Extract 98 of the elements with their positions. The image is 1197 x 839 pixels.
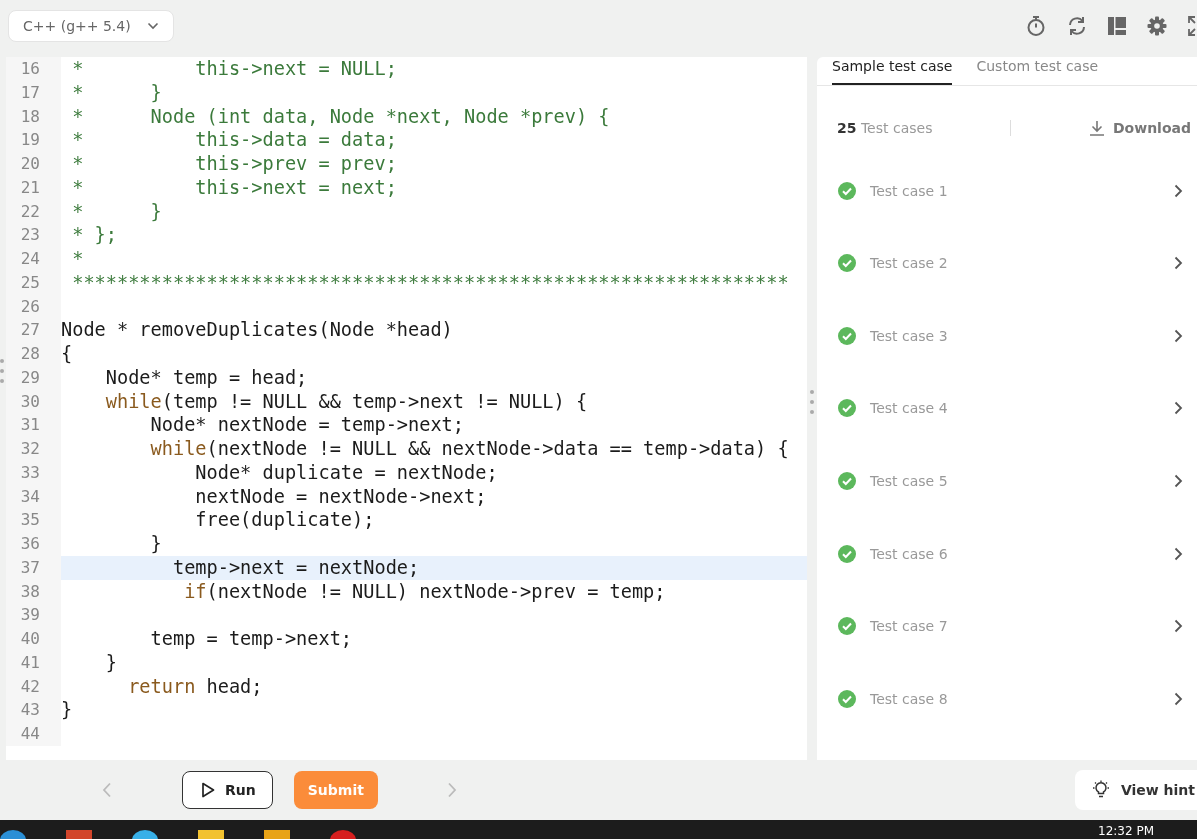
code-line: return head; — [127, 674, 264, 699]
chevron-right-icon — [1174, 619, 1183, 634]
code-line: * this->next = next; — [71, 175, 398, 200]
refresh-icon[interactable] — [1067, 15, 1087, 36]
test-case-row[interactable]: Test case 7 — [817, 589, 1197, 663]
drag-handle[interactable] — [810, 390, 814, 414]
lightbulb-icon — [1090, 780, 1111, 800]
test-case-label: Test case 4 — [870, 400, 949, 417]
test-case-row[interactable]: Test case 5 — [817, 444, 1197, 518]
settings-icon[interactable] — [1147, 15, 1167, 36]
line-number: 35 — [6, 508, 61, 532]
test-case-row[interactable]: Test case 8 — [817, 662, 1197, 735]
line-number: 28 — [6, 342, 61, 366]
tab[interactable]: Custom test case — [976, 58, 1099, 86]
line-number: 40 — [6, 627, 61, 651]
test-case-label: Test case 8 — [870, 690, 949, 707]
code-line: while(nextNode != NULL && nextNode->data == temp->data) { — [149, 437, 790, 461]
code-line: free(duplicate); — [194, 508, 376, 532]
run-button[interactable]: Run — [182, 771, 273, 809]
line-number: 26 — [6, 294, 61, 319]
chevron-right-icon — [1174, 401, 1183, 416]
line-number: 36 — [6, 532, 61, 556]
line-number: 29 — [6, 365, 61, 390]
tab[interactable]: Sample test case — [832, 58, 953, 86]
language-dropdown[interactable]: C++ (g++ 5.4) — [8, 9, 174, 42]
test-case-label: Test case 1 — [870, 182, 949, 199]
download-icon — [1088, 120, 1105, 137]
line-number: 33 — [6, 460, 61, 485]
test-case-row[interactable]: Test case 1 — [817, 154, 1197, 227]
line-number: 32 — [6, 437, 61, 461]
line-number: 44 — [6, 722, 61, 746]
line-number: 39 — [6, 603, 61, 627]
test-case-label: Test case 5 — [870, 472, 949, 489]
line-number: 24 — [6, 247, 61, 271]
code-line: * this->prev = prev; — [71, 152, 398, 176]
fullscreen-icon[interactable] — [1188, 15, 1197, 36]
line-number: 43 — [6, 698, 61, 722]
drag-handle[interactable] — [0, 359, 4, 383]
line-number: 42 — [6, 674, 61, 699]
test-case-label: Test case 6 — [870, 545, 949, 562]
line-number: 16 — [6, 57, 61, 81]
chevron-right-icon — [1174, 256, 1183, 271]
line-number: 23 — [6, 223, 61, 247]
code-line: } — [104, 650, 118, 675]
line-number: 22 — [6, 199, 61, 224]
line-number: 18 — [6, 104, 61, 129]
chevron-right-icon — [1174, 546, 1183, 561]
code-line: } — [149, 532, 163, 556]
play-icon — [201, 782, 215, 798]
line-number: 25 — [6, 270, 61, 295]
line-number: 38 — [6, 579, 61, 604]
code-line: } — [61, 698, 74, 722]
code-line: * } — [71, 80, 163, 105]
code-line: * } — [71, 199, 163, 224]
code-line: Node* nextNode = temp->next; — [149, 413, 465, 437]
code-line: Node* duplicate = nextNode; — [194, 460, 499, 485]
code-line: * Node (int data, Node *next, Node *prev) { — [71, 104, 611, 129]
line-number: 21 — [6, 175, 61, 200]
submit-button[interactable]: Submit — [293, 771, 378, 809]
stopwatch-icon[interactable] — [1026, 14, 1046, 37]
line-number: 17 — [6, 80, 61, 105]
line-number: 34 — [6, 484, 61, 509]
code-line: Node* temp = head; — [104, 365, 309, 390]
code-line: * }; — [71, 223, 118, 247]
code-line: nextNode = nextNode->next; — [194, 484, 488, 509]
code-line: Node * removeDuplicates(Node *head) — [61, 318, 454, 342]
chevron-right-icon — [1174, 691, 1183, 706]
test-case-label: Test case 7 — [870, 618, 949, 635]
chevron-right-icon — [1174, 473, 1183, 488]
code-line: { — [61, 342, 74, 366]
code-line: temp = temp->next; — [149, 627, 354, 651]
test-case-row[interactable]: Test case 3 — [817, 299, 1197, 373]
line-number: 31 — [6, 413, 61, 437]
code-line: if(nextNode != NULL) nextNode->prev = temp; — [183, 579, 667, 604]
line-number: 27 — [6, 318, 61, 342]
download-button[interactable]: Download — [1088, 120, 1191, 137]
code-line: * — [71, 247, 85, 271]
layout-icon[interactable] — [1108, 16, 1126, 35]
line-number: 20 — [6, 152, 61, 176]
test-case-label: Test case 3 — [870, 327, 949, 344]
chevron-right-icon — [1174, 328, 1183, 343]
test-case-row[interactable]: Test case 2 — [817, 226, 1197, 300]
line-number: 30 — [6, 389, 61, 414]
line-number: 19 — [6, 128, 61, 152]
code-line: * this->data = data; — [71, 128, 398, 152]
test-case-row[interactable]: Test case 4 — [817, 372, 1197, 445]
code-line: **************************************************************** — [71, 270, 790, 295]
line-number: 37 — [6, 555, 61, 580]
test-count: 25 Test cases — [837, 120, 933, 137]
view-hints-button[interactable]: View hint — [1074, 770, 1197, 810]
test-case-label: Test case 2 — [870, 255, 949, 272]
code-line: while(temp != NULL && temp->next != NULL) { — [104, 389, 589, 414]
chevron-right-icon — [1174, 183, 1183, 198]
chevron-down-icon — [146, 21, 159, 30]
clock-time: 12:32 PM — [1098, 824, 1154, 838]
line-number: 41 — [6, 650, 61, 675]
test-case-row[interactable]: Test case 6 — [817, 517, 1197, 590]
code-line: * this->next = NULL; — [71, 57, 398, 81]
